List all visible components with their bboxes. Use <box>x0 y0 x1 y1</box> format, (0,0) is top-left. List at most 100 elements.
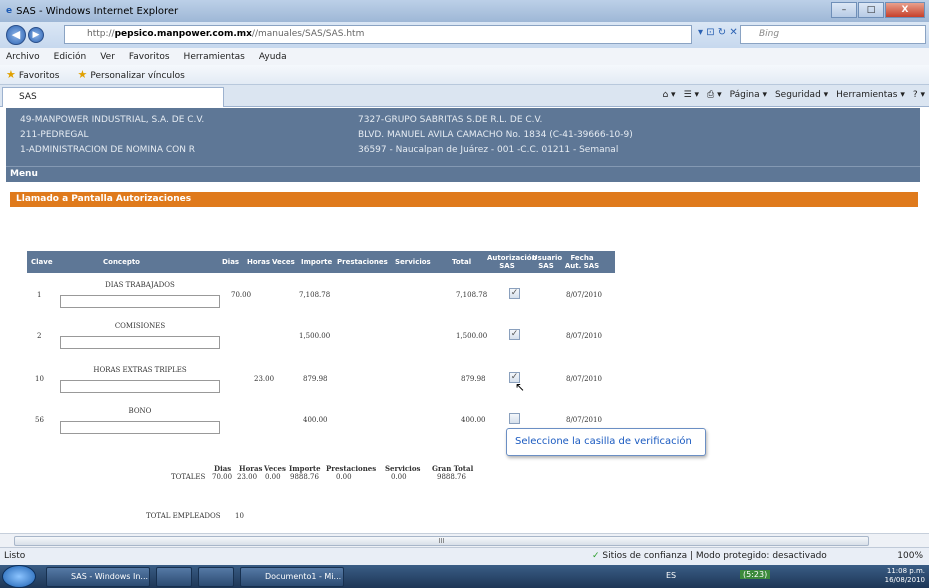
row-concepto: BONO <box>128 407 152 415</box>
row-clave: 56 <box>35 416 44 424</box>
menu-herramientas[interactable]: Herramientas <box>184 52 245 62</box>
close-button[interactable]: X <box>885 2 925 18</box>
col-importe: Importe <box>301 258 333 266</box>
taskbar-explorer[interactable] <box>156 567 192 587</box>
row-fecha: 8/07/2010 <box>566 375 602 383</box>
menu-edicion[interactable]: Edición <box>54 52 87 62</box>
tot-horas-h: Horas <box>239 464 263 473</box>
clock-date: 16/08/2010 <box>884 576 925 584</box>
favorites-bar: ★ Favoritos ★ Personalizar vínculos <box>0 65 929 85</box>
row-importe: 400.00 <box>303 416 328 424</box>
start-button[interactable] <box>2 565 36 588</box>
feeds-icon[interactable]: ☰ ▾ <box>684 90 699 100</box>
address-bar: ◀ ▶ http://pepsico.manpower.com.mx//manu… <box>0 22 929 48</box>
col-autorizacion: Autorización SAS <box>487 254 537 270</box>
favorites-label: Favoritos <box>18 71 60 81</box>
home-icon[interactable]: ⌂ ▾ <box>662 90 675 100</box>
header-left: 49-MANPOWER INDUSTRIAL, S.A. DE C.V. 211… <box>20 113 204 158</box>
taskbar-outlook[interactable] <box>198 567 234 587</box>
autorizacion-checkbox[interactable]: ✓ <box>509 329 520 340</box>
totales-label: TOTALES <box>171 473 206 481</box>
tot-prestaciones: 0.00 <box>336 473 352 481</box>
tot-gran-h: Gran Total <box>432 464 474 473</box>
concepto-input[interactable] <box>60 295 220 308</box>
autorizacion-checkbox[interactable]: ✓ <box>509 288 520 299</box>
minimize-button[interactable]: – <box>831 2 857 18</box>
tooltip: Seleccione la casilla de verificación <box>506 428 706 456</box>
row-clave: 10 <box>35 375 44 383</box>
menu-ayuda[interactable]: Ayuda <box>259 52 287 62</box>
menu-ver[interactable]: Ver <box>100 52 115 62</box>
header-admin: 1-ADMINISTRACION DE NOMINA CON R <box>20 145 196 155</box>
row-importe: 1,500.00 <box>299 332 331 340</box>
company-header: 49-MANPOWER INDUSTRIAL, S.A. DE C.V. 211… <box>6 108 920 166</box>
header-company: 49-MANPOWER INDUSTRIAL, S.A. DE C.V. <box>20 115 205 125</box>
col-clave: Clave <box>31 258 53 266</box>
url-host: pepsico.manpower.com.mx <box>114 29 252 39</box>
row-concepto: COMISIONES <box>114 322 166 330</box>
autorizacion-checkbox[interactable] <box>509 413 520 424</box>
help-icon[interactable]: ? ▾ <box>913 90 925 100</box>
menu-favoritos[interactable]: Favoritos <box>129 52 170 62</box>
favorites-button[interactable]: ★ Favoritos <box>6 68 60 81</box>
back-button[interactable]: ◀ <box>6 25 26 45</box>
col-total: Total <box>452 258 472 266</box>
col-concepto: Concepto <box>103 258 140 266</box>
tot-veces: 0.00 <box>265 473 281 481</box>
herramientas-menu[interactable]: Herramientas ▾ <box>836 90 905 100</box>
header-address: BLVD. MANUEL AVILA CAMACHO No. 1834 (C-4… <box>358 130 633 140</box>
pagina-menu[interactable]: Página ▾ <box>730 90 767 100</box>
concepto-input[interactable] <box>60 421 220 434</box>
zoom-control[interactable]: 100% <box>897 548 923 565</box>
print-icon[interactable]: ⎙ ▾ <box>707 90 722 100</box>
concepto-input[interactable] <box>60 336 220 349</box>
seguridad-menu[interactable]: Seguridad ▾ <box>775 90 828 100</box>
col-horas: Horas <box>247 258 271 266</box>
col-dias: Dias <box>222 258 240 266</box>
refresh-stop-icons[interactable]: ▾ ⊡ ↻ ✕ <box>698 27 738 38</box>
tot-importe: 9888.76 <box>290 473 319 481</box>
window-title: SAS - Windows Internet Explorer <box>16 5 179 17</box>
tot-veces-h: Veces <box>264 464 286 473</box>
tot-servicios: 0.00 <box>391 473 407 481</box>
personalizar-link[interactable]: ★ Personalizar vínculos <box>78 68 185 81</box>
tot-horas: 23.00 <box>237 473 258 481</box>
zone-label: Sitios de confianza | Modo protegido: de… <box>602 551 827 561</box>
restore-button[interactable]: □ <box>858 2 884 18</box>
row-fecha: 8/07/2010 <box>566 416 602 424</box>
empleados-label: TOTAL EMPLEADOS <box>146 512 221 520</box>
row-dias: 70.00 <box>231 291 252 299</box>
empleados-value: 10 <box>235 512 244 520</box>
row-importe: 879.98 <box>303 375 328 383</box>
header-right: 7327-GRUPO SABRITAS S.DE R.L. DE C.V. BL… <box>358 113 633 158</box>
battery-indicator[interactable]: (5:23) <box>740 570 771 579</box>
clock[interactable]: 11:08 p.m. 16/08/2010 <box>885 567 925 585</box>
row-total: 879.98 <box>461 375 486 383</box>
taskbar: SAS - Windows In... Documento1 - Mi... E… <box>0 565 929 588</box>
tot-dias: 70.00 <box>212 473 233 481</box>
row-total: 400.00 <box>461 416 486 424</box>
scrollbar-thumb[interactable]: III <box>14 536 869 546</box>
search-input[interactable]: Bing <box>740 25 926 44</box>
col-fecha: Fecha Aut. SAS <box>564 254 600 270</box>
url-field[interactable]: http://pepsico.manpower.com.mx//manuales… <box>64 25 692 44</box>
tab-bar: SAS ⌂ ▾ ☰ ▾ ⎙ ▾ Página ▾ Seguridad ▾ Her… <box>0 85 929 107</box>
language-indicator[interactable]: ES <box>666 571 676 580</box>
tab-sas[interactable]: SAS <box>2 87 224 107</box>
taskbar-word[interactable]: Documento1 - Mi... <box>240 567 344 587</box>
status-bar: Listo ✓ Sitios de confianza | Modo prote… <box>0 547 929 565</box>
clock-time: 11:08 p.m. <box>886 567 925 575</box>
row-clave: 2 <box>37 332 42 340</box>
row-fecha: 8/07/2010 <box>566 291 602 299</box>
menu-archivo[interactable]: Archivo <box>6 52 40 62</box>
ie-icon: e <box>6 6 13 16</box>
col-veces: Veces <box>272 258 295 266</box>
menu-link[interactable]: Menu <box>6 166 920 182</box>
taskbar-ie[interactable]: SAS - Windows In... <box>46 567 150 587</box>
forward-button[interactable]: ▶ <box>28 27 44 43</box>
horizontal-scrollbar[interactable]: III <box>0 533 929 547</box>
concepto-input[interactable] <box>60 380 220 393</box>
table-header: Clave Concepto Dias Horas Veces Importe … <box>27 251 615 273</box>
header-branch: 211-PEDREGAL <box>20 130 89 140</box>
col-prestaciones: Prestaciones <box>337 258 388 266</box>
